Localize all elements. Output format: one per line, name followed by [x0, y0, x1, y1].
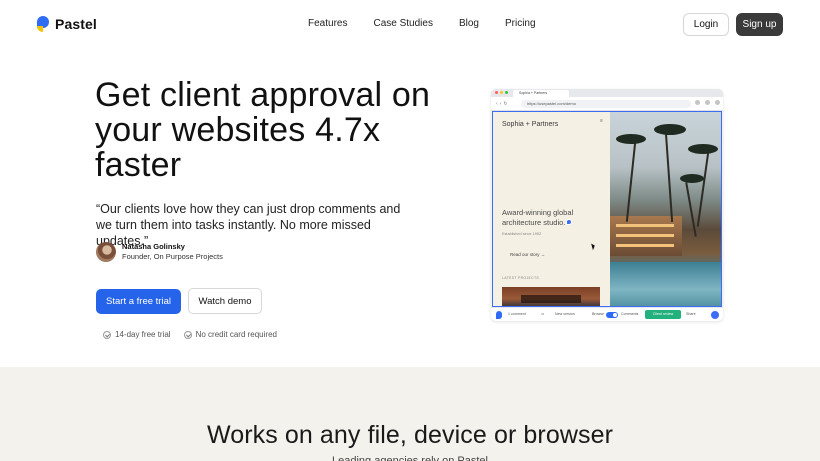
section-subtitle: Leading agencies rely on Pastel [332, 455, 488, 461]
pastel-review-toolbar: 1 comment ▭ New version Browse Comments … [491, 307, 723, 321]
comment-pin-icon [566, 219, 572, 225]
preview-site-hero-image [610, 112, 721, 306]
comments-count[interactable]: 1 comment [508, 312, 526, 316]
avatar [96, 242, 116, 262]
nav-link-case-studies[interactable]: Case Studies [373, 18, 432, 29]
client-review-button[interactable]: Client review [645, 310, 681, 319]
menu-icon: ≡ [600, 118, 603, 124]
preview-site-latest-label: LATEST PROJECTS [502, 276, 540, 280]
preview-site-established: Established since 1992 [502, 232, 542, 236]
testimonial-author: Natasha Golinsky Founder, On Purpose Pro… [96, 242, 223, 262]
nav-links: Features Case Studies Blog Pricing [308, 18, 536, 29]
signup-button[interactable]: Sign up [736, 13, 783, 36]
browser-tab-bar: Sophia + Partners [491, 89, 723, 97]
comments-mode-label: Comments [621, 312, 639, 316]
building-image [610, 216, 682, 256]
window-controls [495, 91, 508, 94]
nav-link-blog[interactable]: Blog [459, 18, 479, 29]
browser-nav-icons: ‹›↻ [496, 101, 510, 107]
device-icon[interactable]: ▭ [541, 312, 544, 316]
author-role: Founder, On Purpose Projects [122, 252, 223, 261]
preview-site-text-panel: Sophia + Partners ≡ Award-winning global… [493, 112, 610, 306]
avatar[interactable] [711, 311, 719, 319]
perks-list: 14-day free trial No credit card require… [103, 330, 277, 339]
preview-site-brand: Sophia + Partners [502, 121, 559, 128]
browser-extension-icons [695, 100, 720, 105]
browse-comment-toggle[interactable] [606, 312, 618, 318]
pastel-logo-icon [37, 16, 49, 32]
browse-mode-label: Browse [592, 312, 604, 316]
pool-image [610, 262, 721, 306]
product-preview-browser: Sophia + Partners ‹›↻ https://usepastel.… [491, 89, 723, 321]
login-button[interactable]: Login [683, 13, 729, 36]
logo[interactable]: Pastel [37, 16, 97, 32]
perk-label: No credit card required [195, 330, 277, 339]
top-navigation: Pastel Features Case Studies Blog Pricin… [0, 0, 820, 48]
start-free-trial-button[interactable]: Start a free trial [96, 289, 181, 314]
perk-item: No credit card required [183, 330, 277, 339]
browser-url: https://usepastel.com/demo [521, 100, 691, 108]
watch-demo-button[interactable]: Watch demo [188, 288, 262, 314]
pastel-logo-icon[interactable] [496, 311, 502, 319]
preview-project-thumbnail [502, 287, 600, 306]
new-version-button[interactable]: New version [555, 312, 575, 316]
browser-tab: Sophia + Partners [513, 90, 569, 97]
perk-label: 14-day free trial [115, 330, 171, 339]
preview-site-tagline: Award-winning global architecture studio… [502, 208, 574, 227]
browser-url-bar: ‹›↻ https://usepastel.com/demo [491, 97, 723, 111]
check-circle-icon [183, 330, 192, 339]
nav-link-features[interactable]: Features [308, 18, 347, 29]
nav-link-pricing[interactable]: Pricing [505, 18, 536, 29]
check-circle-icon [103, 330, 111, 339]
preview-website: Sophia + Partners ≡ Award-winning global… [492, 111, 722, 307]
thumbnail-label [521, 295, 581, 303]
preview-site-read-link: Read our story → [510, 252, 546, 257]
perk-item: 14-day free trial [103, 330, 171, 339]
share-button[interactable]: Share [686, 312, 696, 316]
hero-headline: Get client approval on your websites 4.7… [95, 76, 431, 184]
cursor-icon [591, 242, 596, 251]
author-name: Natasha Golinsky [122, 242, 185, 251]
logo-text: Pastel [55, 16, 97, 32]
section-title: Works on any file, device or browser [206, 421, 614, 449]
